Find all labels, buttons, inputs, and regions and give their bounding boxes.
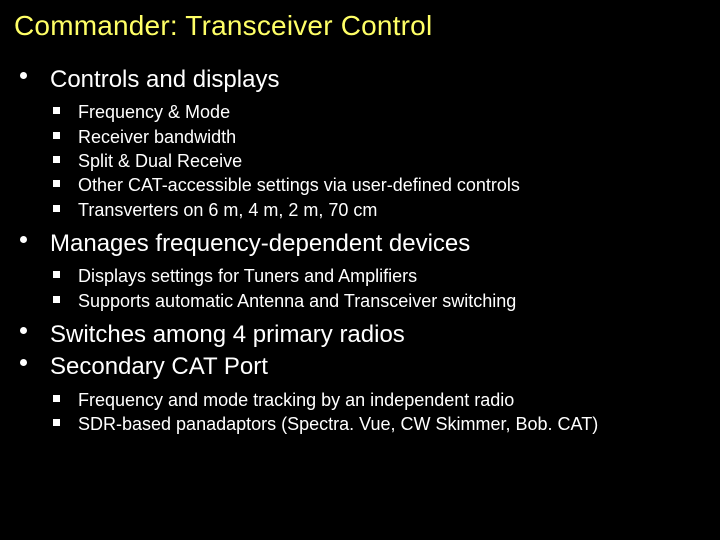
bullet-list: Controls and displays Frequency & Mode R… bbox=[14, 64, 706, 436]
square-icon bbox=[53, 395, 60, 402]
disc-icon bbox=[20, 72, 27, 79]
sub-bullet-text: SDR-based panadaptors (Spectra. Vue, CW … bbox=[78, 414, 598, 434]
slide-title: Commander: Transceiver Control bbox=[14, 10, 706, 42]
disc-icon bbox=[20, 327, 27, 334]
sub-bullet-item: Transverters on 6 m, 4 m, 2 m, 70 cm bbox=[50, 198, 706, 222]
disc-icon bbox=[20, 359, 27, 366]
bullet-item: Switches among 4 primary radios bbox=[14, 319, 706, 351]
sub-bullet-item: Receiver bandwidth bbox=[50, 125, 706, 149]
bullet-item: Controls and displays Frequency & Mode R… bbox=[14, 64, 706, 222]
bullet-text: Manages frequency-dependent devices bbox=[50, 230, 470, 257]
sub-bullet-item: Frequency and mode tracking by an indepe… bbox=[50, 388, 706, 412]
sub-bullet-list: Frequency & Mode Receiver bandwidth Spli… bbox=[50, 100, 706, 221]
sub-bullet-item: SDR-based panadaptors (Spectra. Vue, CW … bbox=[50, 412, 706, 436]
bullet-item: Manages frequency-dependent devices Disp… bbox=[14, 228, 706, 313]
sub-bullet-item: Other CAT-accessible settings via user-d… bbox=[50, 173, 706, 197]
square-icon bbox=[53, 419, 60, 426]
sub-bullet-item: Split & Dual Receive bbox=[50, 149, 706, 173]
sub-bullet-text: Transverters on 6 m, 4 m, 2 m, 70 cm bbox=[78, 200, 377, 220]
square-icon bbox=[53, 296, 60, 303]
square-icon bbox=[53, 107, 60, 114]
square-icon bbox=[53, 156, 60, 163]
square-icon bbox=[53, 132, 60, 139]
sub-bullet-text: Frequency & Mode bbox=[78, 102, 230, 122]
sub-bullet-item: Supports automatic Antenna and Transceiv… bbox=[50, 289, 706, 313]
slide: Commander: Transceiver Control Controls … bbox=[0, 0, 720, 436]
bullet-text: Secondary CAT Port bbox=[50, 353, 268, 380]
sub-bullet-text: Frequency and mode tracking by an indepe… bbox=[78, 390, 514, 410]
sub-bullet-text: Other CAT-accessible settings via user-d… bbox=[78, 175, 520, 195]
bullet-item: Secondary CAT Port Frequency and mode tr… bbox=[14, 351, 706, 436]
sub-bullet-item: Displays settings for Tuners and Amplifi… bbox=[50, 264, 706, 288]
sub-bullet-text: Supports automatic Antenna and Transceiv… bbox=[78, 291, 516, 311]
square-icon bbox=[53, 271, 60, 278]
disc-icon bbox=[20, 236, 27, 243]
sub-bullet-list: Frequency and mode tracking by an indepe… bbox=[50, 388, 706, 437]
square-icon bbox=[53, 180, 60, 187]
square-icon bbox=[53, 205, 60, 212]
sub-bullet-item: Frequency & Mode bbox=[50, 100, 706, 124]
sub-bullet-text: Receiver bandwidth bbox=[78, 127, 236, 147]
sub-bullet-text: Split & Dual Receive bbox=[78, 151, 242, 171]
sub-bullet-text: Displays settings for Tuners and Amplifi… bbox=[78, 266, 417, 286]
bullet-text: Switches among 4 primary radios bbox=[50, 321, 405, 348]
bullet-text: Controls and displays bbox=[50, 66, 279, 93]
sub-bullet-list: Displays settings for Tuners and Amplifi… bbox=[50, 264, 706, 313]
